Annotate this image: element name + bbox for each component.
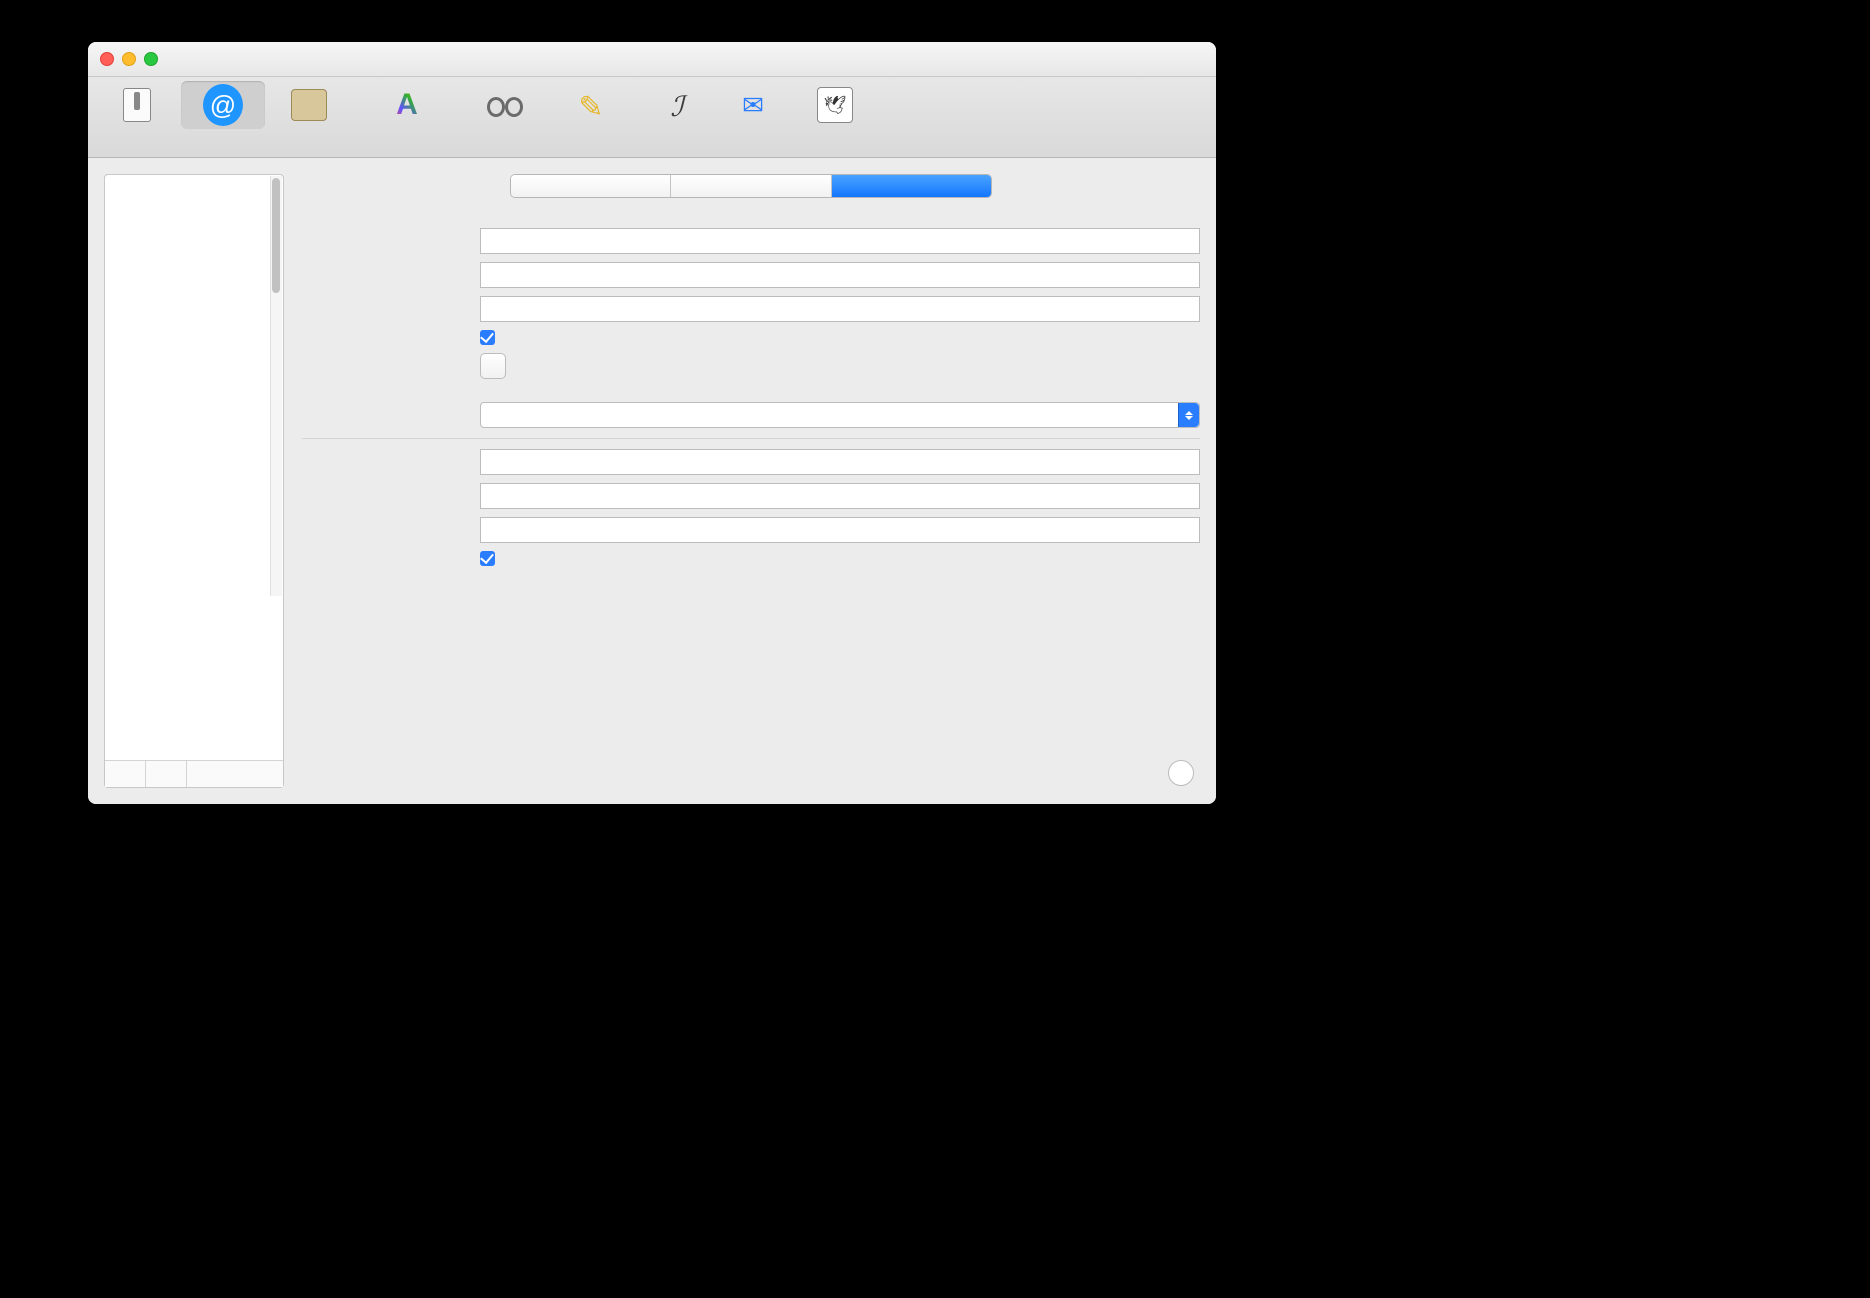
preferences-window: @ A ✎ ℐ ✉︎ (88, 42, 1216, 804)
outgoing-host-field[interactable] (480, 517, 1200, 543)
outgoing-auto-checkbox[interactable] (480, 551, 495, 566)
viewing-icon (485, 85, 525, 125)
account-list[interactable] (105, 175, 283, 760)
scrollbar-track[interactable] (270, 176, 282, 596)
incoming-username-field[interactable] (480, 228, 1200, 254)
remove-account-button[interactable] (146, 761, 187, 787)
zoom-window-button[interactable] (144, 52, 158, 66)
detail-pane (302, 174, 1200, 788)
toolbar-general[interactable] (95, 81, 179, 129)
toolbar-composing[interactable]: ✎ (549, 81, 633, 129)
toolbar-fonts-colors[interactable]: A (353, 81, 461, 129)
general-icon (117, 85, 157, 125)
outgoing-username-field[interactable] (480, 449, 1200, 475)
fonts-colors-icon: A (387, 85, 427, 125)
close-window-button[interactable] (100, 52, 114, 66)
toolbar-mail-act-on[interactable]: 🕊︎ (787, 81, 883, 129)
toolbar-junk-mail[interactable] (267, 81, 351, 129)
select-stepper-icon (1178, 403, 1199, 427)
add-account-button[interactable] (105, 761, 146, 787)
preferences-toolbar: @ A ✎ ℐ ✉︎ (88, 77, 1216, 158)
tab-server-settings[interactable] (832, 175, 991, 197)
incoming-password-field[interactable] (480, 262, 1200, 288)
toolbar-signatures[interactable]: ℐ (635, 81, 719, 129)
account-sidebar (104, 174, 284, 788)
toolbar-rules[interactable]: ✉︎ (721, 81, 785, 129)
advanced-imap-button[interactable] (480, 353, 506, 379)
mail-act-on-icon: 🕊︎ (815, 85, 855, 125)
composing-icon: ✎ (571, 85, 611, 125)
scrollbar-thumb[interactable] (272, 178, 280, 293)
help-button[interactable] (1168, 760, 1194, 786)
toolbar-viewing[interactable] (463, 81, 547, 129)
titlebar (88, 42, 1216, 77)
minimize-window-button[interactable] (122, 52, 136, 66)
tab-account-information[interactable] (511, 175, 671, 197)
incoming-auto-checkbox[interactable] (480, 330, 495, 345)
tab-mailbox-behaviors[interactable] (671, 175, 831, 197)
outgoing-account-select[interactable] (480, 402, 1200, 428)
junk-mail-icon (289, 85, 329, 125)
outgoing-password-field[interactable] (480, 483, 1200, 509)
separator (302, 438, 1200, 439)
detail-tabs (510, 174, 992, 198)
signatures-icon: ℐ (657, 85, 697, 125)
toolbar-accounts[interactable]: @ (181, 81, 265, 129)
sidebar-footer (105, 760, 283, 787)
rules-icon: ✉︎ (733, 85, 773, 125)
traffic-lights (88, 52, 158, 66)
incoming-host-field[interactable] (480, 296, 1200, 322)
accounts-icon: @ (203, 85, 243, 125)
